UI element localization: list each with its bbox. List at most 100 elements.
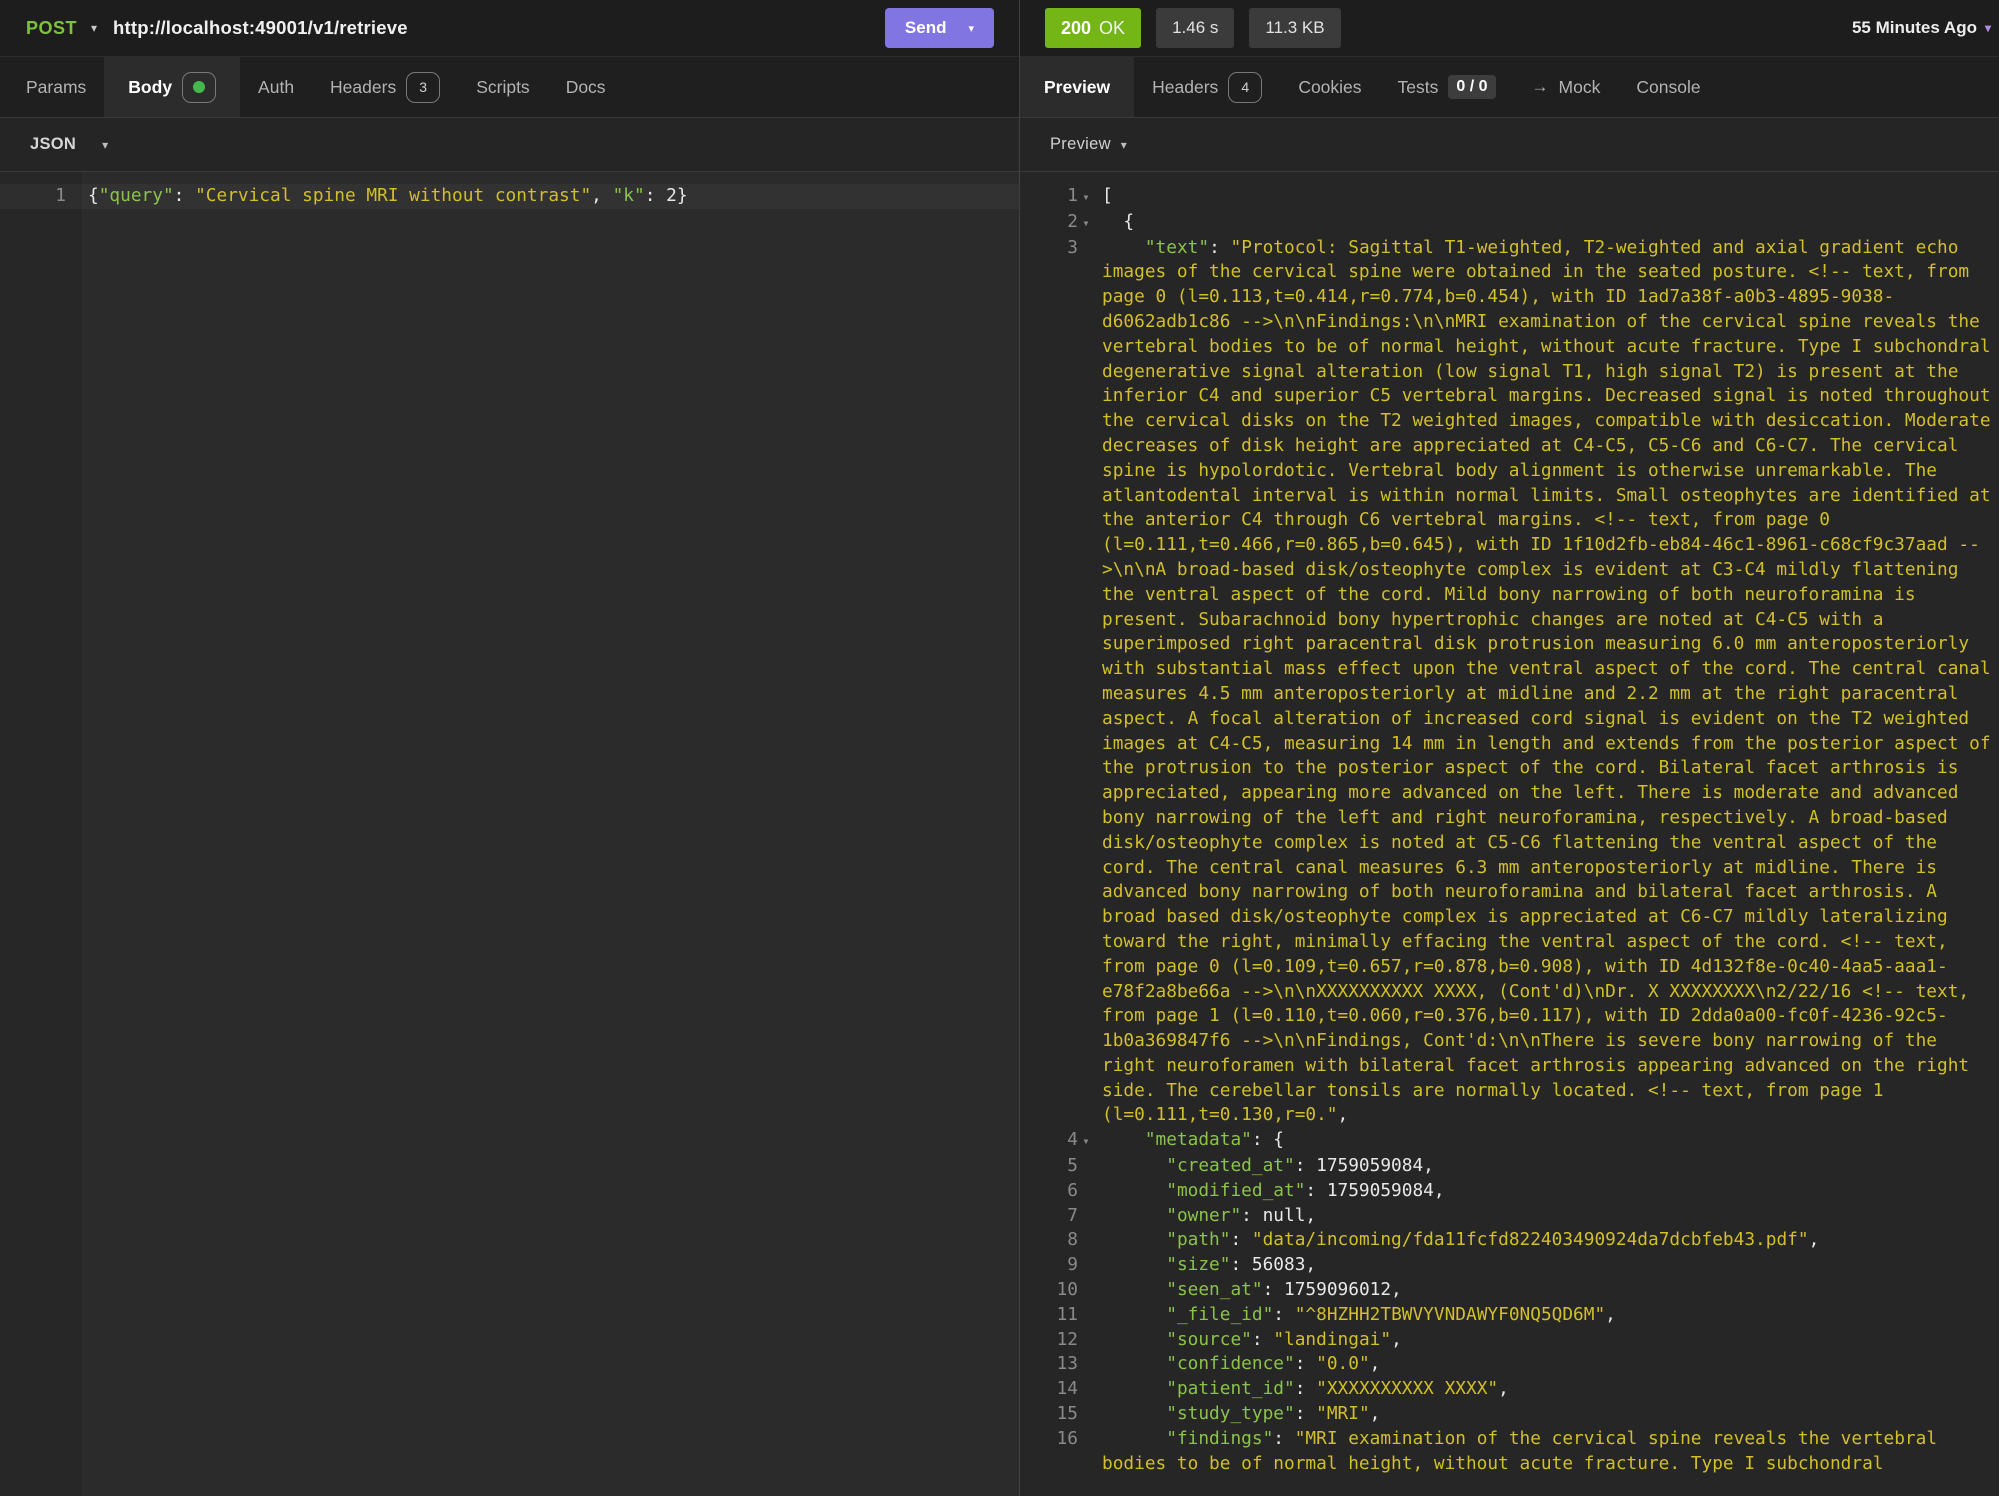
tab-preview-label: Preview (1044, 77, 1110, 98)
response-body-viewer: 1▾[2▾ {3 "text": "Protocol: Sagittal T1-… (1020, 172, 1999, 1496)
fold-caret-icon[interactable]: ▾ (1078, 210, 1094, 236)
tab-params[interactable]: Params (0, 57, 104, 117)
code-line: 5 "created_at": 1759059084, (1020, 1154, 1999, 1179)
line-number: 7 (1020, 1204, 1078, 1229)
response-history-label: 55 Minutes Ago (1852, 18, 1977, 38)
tab-console-label: Console (1636, 77, 1700, 98)
code-line: 14 "patient_id": "XXXXXXXXXX XXXX", (1020, 1377, 1999, 1402)
request-pane: POST ▾ http://localhost:49001/v1/retriev… (0, 0, 1020, 1496)
url-input[interactable]: http://localhost:49001/v1/retrieve (113, 17, 408, 39)
line-number: 16 (1020, 1427, 1078, 1452)
mock-arrow-icon: → (1532, 77, 1549, 97)
preview-mode-select[interactable]: Preview (1050, 135, 1111, 154)
line-number: 15 (1020, 1402, 1078, 1427)
body-mode-caret-icon[interactable]: ▾ (102, 138, 108, 152)
preview-mode-caret-icon[interactable]: ▾ (1121, 138, 1127, 152)
fold-spacer (1078, 1402, 1094, 1403)
code-line: 2▾ { (1020, 210, 1999, 236)
tab-auth[interactable]: Auth (240, 57, 312, 117)
code-line: 1{"query": "Cervical spine MRI without c… (0, 184, 1019, 209)
fold-spacer (1078, 1204, 1094, 1205)
tab-mock[interactable]: → Mock (1514, 57, 1619, 117)
line-number: 13 (1020, 1352, 1078, 1377)
code-line: 3 "text": "Protocol: Sagittal T1-weighte… (1020, 236, 1999, 1129)
line-number: 6 (1020, 1179, 1078, 1204)
headers-count-badge: 3 (406, 72, 440, 103)
code-content: "findings": "MRI examination of the cerv… (1094, 1427, 1999, 1477)
tab-auth-label: Auth (258, 77, 294, 98)
body-status-badge (182, 72, 216, 103)
tab-cookies[interactable]: Cookies (1280, 57, 1379, 117)
tab-body-label: Body (128, 77, 172, 98)
tab-console[interactable]: Console (1618, 57, 1718, 117)
tab-preview[interactable]: Preview (1020, 57, 1134, 117)
line-number: 5 (1020, 1154, 1078, 1179)
code-content: "_file_id": "^8HZHH2TBWVYVNDAWYF0NQ5QD6M… (1094, 1303, 1999, 1328)
code-line: 7 "owner": null, (1020, 1204, 1999, 1229)
fold-spacer (1078, 1154, 1094, 1155)
code-line: 4▾ "metadata": { (1020, 1128, 1999, 1154)
code-content: "source": "landingai", (1094, 1328, 1999, 1353)
tab-response-headers-label: Headers (1152, 77, 1218, 98)
code-content: "created_at": 1759059084, (1094, 1154, 1999, 1179)
code-line: 12 "source": "landingai", (1020, 1328, 1999, 1353)
tab-docs[interactable]: Docs (548, 57, 624, 117)
code-content: "modified_at": 1759059084, (1094, 1179, 1999, 1204)
code-content: [ (1094, 184, 1999, 209)
fold-caret-icon[interactable]: ▾ (1078, 184, 1094, 210)
tab-headers[interactable]: Headers 3 (312, 57, 458, 117)
response-size-badge: 11.3 KB (1249, 8, 1340, 48)
fold-caret-icon[interactable]: ▾ (1078, 1128, 1094, 1154)
code-line: 16 "findings": "MRI examination of the c… (1020, 1427, 1999, 1477)
tab-docs-label: Docs (566, 77, 606, 98)
response-pane: 200 OK 1.46 s 11.3 KB 55 Minutes Ago ▾ P… (1020, 0, 1999, 1496)
method-caret-icon[interactable]: ▾ (91, 21, 97, 35)
line-number: 2 (1020, 210, 1078, 235)
code-line: 6 "modified_at": 1759059084, (1020, 1179, 1999, 1204)
tab-tests-label: Tests (1398, 77, 1439, 98)
tab-headers-label: Headers (330, 77, 396, 98)
fold-spacer (1078, 1427, 1094, 1428)
fold-spacer (1078, 1303, 1094, 1304)
request-tabbar: Params Body Auth Headers 3 Scripts Docs (0, 57, 1019, 118)
code-line: 15 "study_type": "MRI", (1020, 1402, 1999, 1427)
code-content: { (1094, 210, 1999, 235)
line-number: 14 (1020, 1377, 1078, 1402)
response-status-bar: 200 OK 1.46 s 11.3 KB 55 Minutes Ago ▾ (1020, 0, 1999, 57)
line-number: 9 (1020, 1253, 1078, 1278)
line-number: 10 (1020, 1278, 1078, 1303)
http-method-select[interactable]: POST (26, 18, 77, 39)
fold-spacer (1078, 236, 1094, 237)
code-content: "owner": null, (1094, 1204, 1999, 1229)
fold-spacer (1078, 1253, 1094, 1254)
code-content: "patient_id": "XXXXXXXXXX XXXX", (1094, 1377, 1999, 1402)
tab-tests[interactable]: Tests 0 / 0 (1380, 57, 1514, 117)
tab-response-headers[interactable]: Headers 4 (1134, 57, 1280, 117)
body-mode-select[interactable]: JSON (30, 135, 76, 154)
status-code: 200 (1061, 18, 1091, 39)
tests-count-badge: 0 / 0 (1448, 75, 1495, 99)
fold-spacer (1078, 1179, 1094, 1180)
code-line: 10 "seen_at": 1759096012, (1020, 1278, 1999, 1303)
send-button[interactable]: Send ▾ (885, 8, 994, 48)
history-caret-icon[interactable]: ▾ (1985, 21, 1991, 35)
api-client-window: POST ▾ http://localhost:49001/v1/retriev… (0, 0, 1999, 1496)
tab-mock-label: Mock (1559, 77, 1601, 98)
response-history-dropdown[interactable]: 55 Minutes Ago ▾ (1852, 18, 1991, 38)
code-content: "metadata": { (1094, 1128, 1999, 1153)
tab-cookies-label: Cookies (1298, 77, 1361, 98)
line-number: 1 (0, 184, 66, 209)
status-badge: 200 OK (1045, 8, 1141, 48)
line-number: 8 (1020, 1228, 1078, 1253)
preview-mode-bar: Preview ▾ (1020, 118, 1999, 172)
send-options-caret-icon[interactable]: ▾ (968, 22, 974, 35)
response-headers-count-badge: 4 (1228, 72, 1262, 103)
tab-scripts[interactable]: Scripts (458, 57, 547, 117)
fold-spacer (1078, 1328, 1094, 1329)
code-content[interactable]: {"query": "Cervical spine MRI without co… (66, 184, 1019, 209)
code-content: "study_type": "MRI", (1094, 1402, 1999, 1427)
request-body-editor[interactable]: 1{"query": "Cervical spine MRI without c… (0, 172, 1019, 1496)
code-content: "confidence": "0.0", (1094, 1352, 1999, 1377)
tab-body[interactable]: Body (104, 57, 240, 117)
code-line: 1▾[ (1020, 184, 1999, 210)
